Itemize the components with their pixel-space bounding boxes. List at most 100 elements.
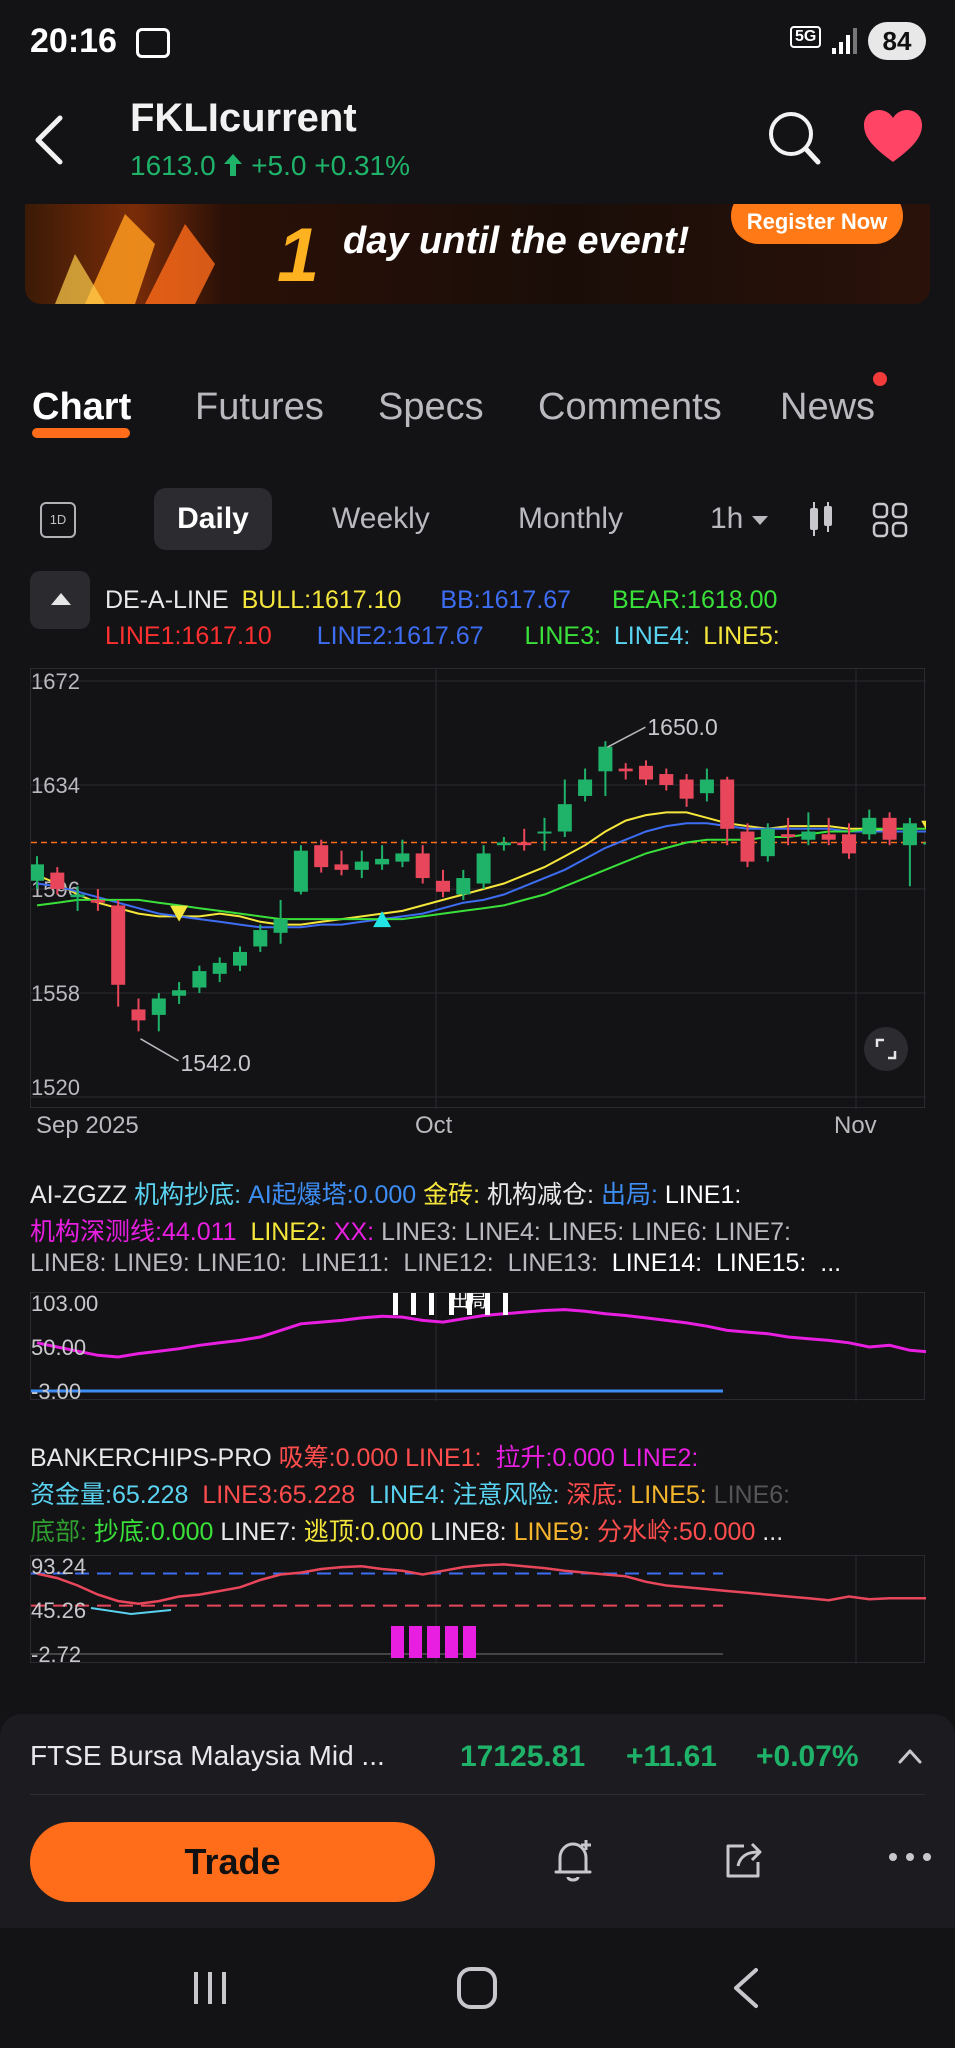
y-tick-label: 1520 [31,1075,80,1100]
high-annotation-leader [607,726,646,748]
ind1-row2-seg-0: 机构深测线:44.011 [30,1218,251,1246]
candlestick-type-icon[interactable] [808,502,834,536]
ind1-row2-seg-2: XX: [333,1218,382,1246]
search-icon[interactable] [766,108,822,168]
news-notification-dot [873,372,887,386]
candle-body [557,804,572,832]
period-1h[interactable]: 1h [710,488,743,550]
app-header: FKLIcurrent 1613.0 +5.0 +0.31% [0,84,955,204]
layout-grid-icon[interactable] [872,502,908,538]
ind1-legend-row2: 机构深测线:44.011 LINE2: XX: LINE3: LINE4: LI… [30,1212,791,1248]
x-label-sep: Sep 2025 [36,1112,139,1139]
candle-body [659,774,674,785]
battery-indicator: 84 [868,22,926,60]
ind1-legend-row1: AI-ZGZZ 机构抄底: AI起爆塔:0.000 金砖: 机构减仓: 出局: … [30,1175,741,1211]
legend-bull: BULL:1617.10 [241,586,402,614]
ind2-row2-seg-4: 深底: [566,1481,631,1509]
y-tick-label: 1558 [31,981,80,1006]
candle-body [882,817,897,840]
price-chart-svg: 167216341596155815201650.01542.0 [30,669,940,1109]
share-icon[interactable] [722,1838,764,1882]
bottom-action-bar: FTSE Bursa Malaysia Mid ... 17125.81 +11… [0,1714,955,1928]
period-weekly[interactable]: Weekly [332,488,430,550]
ind1-row3-seg-0: LINE8: LINE9: LINE10: LINE11: LINE12: LI… [30,1249,612,1277]
ind1-row1-seg-4: 机构减仓: [487,1181,601,1209]
indicator2-panel[interactable]: 93.24 45.26 -2.72 [30,1554,931,1667]
x-label-oct: Oct [415,1112,453,1139]
period-daily[interactable]: Daily [154,488,272,550]
tab-specs[interactable]: Specs [378,386,484,429]
indicator1-panel[interactable]: 出局 103.00 50.00 -3.00 [30,1291,931,1404]
ind2-bar [391,1626,404,1658]
price-change-pct: +0.31% [314,150,411,181]
main-indicator-legend-row2: LINE1:1617.10 LINE2:1617.67 LINE3: LINE4… [105,622,780,651]
period-1d-icon[interactable]: 1D [40,502,76,538]
index-name[interactable]: FTSE Bursa Malaysia Mid ... [30,1740,385,1772]
ind1-row1-seg-3: 金砖: [423,1181,488,1209]
screen-record-icon [136,28,170,58]
index-value: 17125.81 [460,1740,586,1773]
network-badge: 5G [790,26,822,48]
event-banner[interactable]: 1 day until the event! Register Now [25,204,930,304]
period-monthly[interactable]: Monthly [518,488,623,550]
ind2-legend-row3: 底部: 抄底:0.000 LINE7: 逃顶:0.000 LINE8: LINE… [30,1512,783,1548]
chevron-down-icon[interactable] [752,516,768,525]
ind2-row1-seg-0: BANKERCHIPS-PRO [30,1444,279,1472]
price-alert-bell-icon[interactable] [552,1838,594,1884]
legend-line3: LINE3: [524,622,601,650]
back-arrow-icon[interactable] [30,110,70,170]
candle-body [578,779,593,796]
chevron-up-icon[interactable] [898,1748,922,1764]
candle-body [415,853,430,879]
indicator2-svg: 93.24 45.26 -2.72 [31,1554,931,1667]
ind1-bar [429,1293,434,1315]
ind2-bar [445,1626,458,1658]
ind2-row1-seg-4: LINE2: [621,1444,699,1472]
trade-button[interactable]: Trade [30,1822,435,1902]
period-selector: 1D Daily Weekly Monthly 1h [0,488,955,554]
home-icon[interactable] [456,1966,498,2010]
candle-body [781,834,796,837]
price-chart[interactable]: 1672 1634 1596 1558 1520 1650.0 1542.0 [30,668,940,1109]
ind2-row3-seg-0: 底部: [30,1518,94,1546]
collapse-indicator-button[interactable] [30,571,90,629]
ind2-row3-seg-3: 逃顶:0.000 [303,1518,431,1546]
ind2-row3-seg-4: LINE8: [430,1518,514,1546]
tab-futures[interactable]: Futures [195,386,324,429]
signal-marker [170,905,189,922]
candle-body [618,768,633,772]
register-now-button[interactable]: Register Now [731,204,903,244]
ind1-row1-seg-6: LINE1: [664,1181,742,1209]
tab-news[interactable]: News [780,386,875,429]
favorite-heart-icon[interactable] [862,108,924,164]
candle-body [90,899,105,903]
candle-body [151,998,166,1015]
more-options-icon[interactable] [888,1852,932,1862]
candle-body [740,831,755,862]
nav-back-icon[interactable] [730,1966,762,2010]
ind1-y-tick: -3.00 [31,1379,81,1401]
ind1-bar [411,1293,416,1315]
candle-body [699,779,714,794]
ind2-y-tick: 93.24 [31,1556,86,1579]
ind1-y-tick: 50.00 [31,1335,86,1360]
legend-bear: BEAR:1618.00 [612,586,778,614]
tab-chart[interactable]: Chart [32,386,131,429]
ind1-bar [393,1293,398,1315]
ind2-row2-seg-6: LINE6: [713,1481,791,1509]
ind2-bar [427,1626,440,1658]
candle-body [334,864,349,870]
candle-body [50,872,65,889]
y-tick-label: 1672 [31,669,80,694]
tab-comments[interactable]: Comments [538,386,722,429]
recent-apps-icon[interactable] [190,1968,230,2008]
low-annotation-leader [140,1038,179,1062]
candle-body [517,842,532,846]
candle-body [293,850,308,892]
ind2-row1-seg-1: 吸筹:0.000 [278,1444,406,1472]
price-change: +5.0 [251,150,307,181]
legend-line4: LINE4: [613,622,691,650]
candle-body [131,1009,146,1021]
ind1-legend-row3: LINE8: LINE9: LINE10: LINE11: LINE12: LI… [30,1249,841,1278]
candle-body [70,894,85,898]
